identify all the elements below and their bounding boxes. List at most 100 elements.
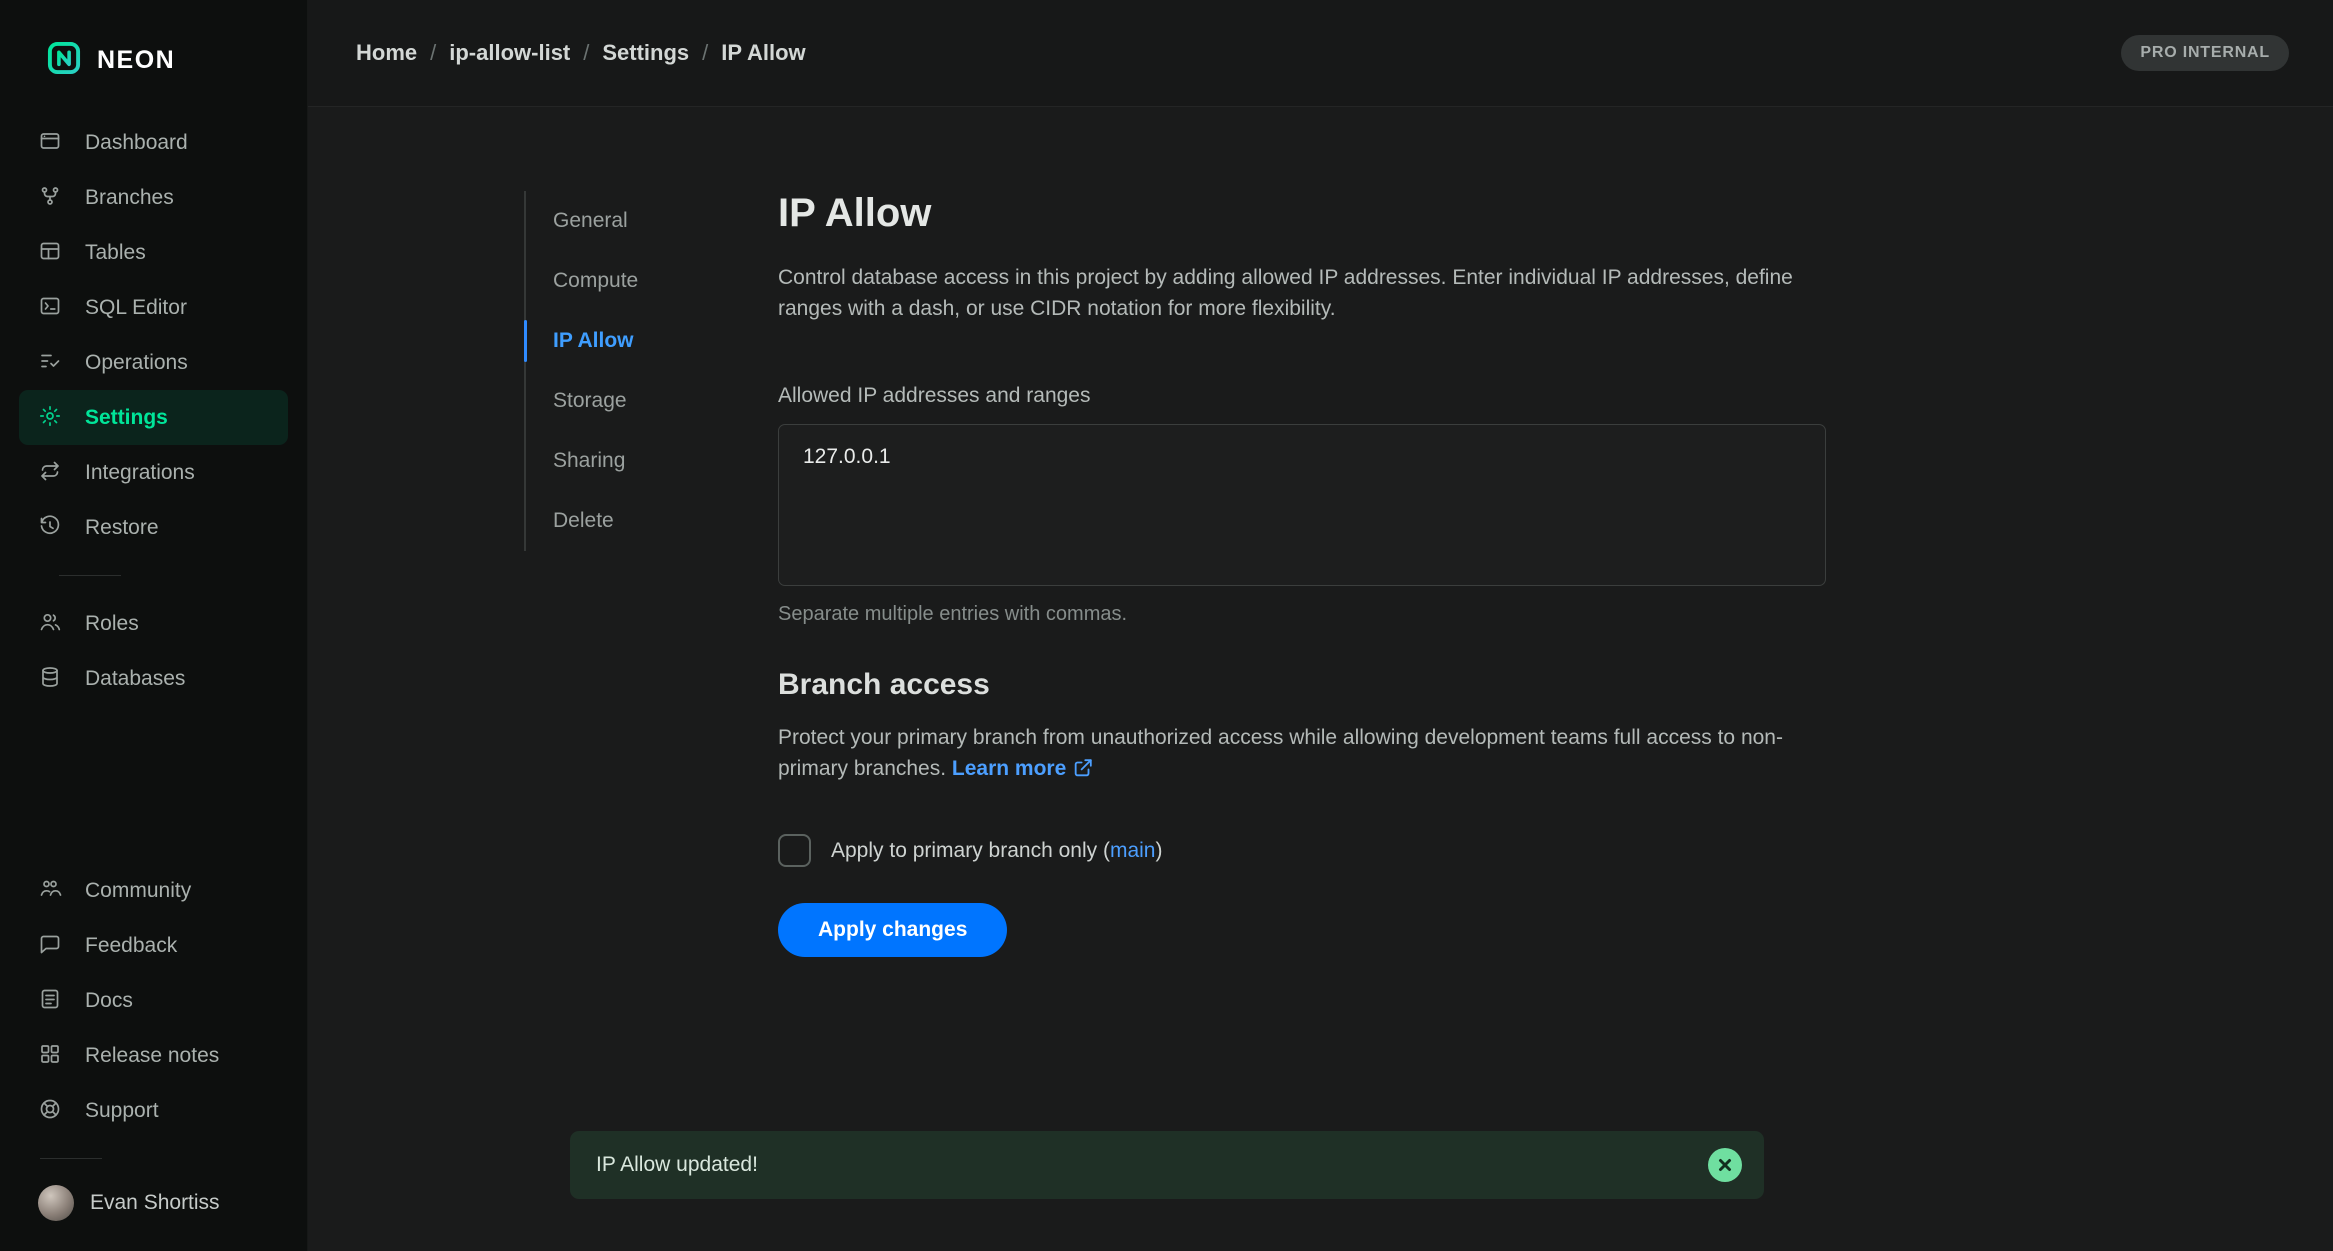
sidebar-footer-nav: Community Feedback Docs Release notes Su… [0,863,307,1138]
sidebar-item-integrations[interactable]: Integrations [19,445,288,500]
neon-console: NEON Dashboard Branches Tables SQL Edito… [0,0,2333,1251]
sql-editor-icon [38,294,65,321]
branch-access-description-text: Protect your primary branch from unautho… [778,726,1783,780]
sidebar-item-operations[interactable]: Operations [19,335,288,390]
breadcrumb-separator: / [583,40,589,66]
ip-allow-panel: IP Allow Control database access in this… [778,191,1826,1017]
tables-icon [38,239,65,266]
gear-icon [38,404,65,431]
brand-name: NEON [97,46,175,75]
sidebar-divider [59,575,121,576]
learn-more-link[interactable]: Learn more [952,757,1094,780]
sidebar-item-label: Feedback [85,934,177,958]
checkbox-label: Apply to primary branch only (main) [831,839,1162,863]
sidebar-item-label: Databases [85,667,185,691]
tab-ip-allow[interactable]: IP Allow [526,311,778,371]
sidebar-item-label: Docs [85,989,133,1013]
sidebar-item-label: Support [85,1099,159,1123]
settings-page: General Compute IP Allow Storage Sharing… [308,107,2333,1251]
branch-access-description: Protect your primary branch from unautho… [778,722,1826,788]
sidebar-item-support[interactable]: Support [19,1083,288,1138]
learn-more-label: Learn more [952,757,1066,780]
user-menu[interactable]: Evan Shortiss [0,1179,307,1221]
sidebar-divider [40,1158,102,1159]
avatar [38,1185,74,1221]
support-icon [38,1097,65,1124]
sidebar-item-label: Integrations [85,461,195,485]
restore-icon [38,514,65,541]
sidebar-item-label: Operations [85,351,188,375]
sidebar-item-label: Release notes [85,1044,219,1068]
sidebar-item-docs[interactable]: Docs [19,973,288,1028]
page-title: IP Allow [778,191,1826,236]
branch-access-heading: Branch access [778,668,1826,702]
sidebar-footer: Community Feedback Docs Release notes Su… [0,863,307,1221]
tab-delete[interactable]: Delete [526,491,778,551]
close-icon [1717,1157,1733,1173]
primary-branch-option: Apply to primary branch only (main) [778,834,1826,867]
sidebar-item-feedback[interactable]: Feedback [19,918,288,973]
tab-storage[interactable]: Storage [526,371,778,431]
databases-icon [38,665,65,692]
settings-subnav: General Compute IP Allow Storage Sharing… [524,191,778,551]
feedback-icon [38,932,65,959]
ip-addresses-textarea[interactable]: 127.0.0.1 [778,424,1826,586]
breadcrumb-separator: / [702,40,708,66]
sidebar-item-sql-editor[interactable]: SQL Editor [19,280,288,335]
external-link-icon [1072,757,1094,788]
apply-changes-button[interactable]: Apply changes [778,903,1007,957]
integrations-icon [38,459,65,486]
sidebar-item-community[interactable]: Community [19,863,288,918]
sidebar-item-label: Tables [85,241,146,265]
tab-compute[interactable]: Compute [526,251,778,311]
sidebar-item-dashboard[interactable]: Dashboard [19,115,288,170]
breadcrumb-settings[interactable]: Settings [602,40,689,66]
breadcrumb-home[interactable]: Home [356,40,417,66]
operations-icon [38,349,65,376]
sidebar-item-branches[interactable]: Branches [19,170,288,225]
tab-general[interactable]: General [526,191,778,251]
breadcrumb-project[interactable]: ip-allow-list [449,40,570,66]
main-column: Home / ip-allow-list / Settings / IP All… [308,0,2333,1251]
sidebar-item-release-notes[interactable]: Release notes [19,1028,288,1083]
checkbox-label-suffix: ) [1155,839,1162,862]
sidebar-item-restore[interactable]: Restore [19,500,288,555]
breadcrumb-current: IP Allow [721,40,805,66]
branches-icon [38,184,65,211]
topbar: Home / ip-allow-list / Settings / IP All… [308,0,2333,107]
sidebar: NEON Dashboard Branches Tables SQL Edito… [0,0,308,1251]
sidebar-item-tables[interactable]: Tables [19,225,288,280]
sidebar-item-label: Roles [85,612,139,636]
roles-icon [38,610,65,637]
sidebar-item-label: Branches [85,186,174,210]
toast-notification: IP Allow updated! [570,1131,1764,1199]
brand[interactable]: NEON [0,26,307,115]
plan-badge: PRO INTERNAL [2121,35,2289,71]
breadcrumb: Home / ip-allow-list / Settings / IP All… [356,40,806,66]
docs-icon [38,987,65,1014]
ip-field-label: Allowed IP addresses and ranges [778,384,1826,408]
neon-logo-icon [46,40,82,81]
sidebar-item-label: Settings [85,406,168,430]
ip-field-helper: Separate multiple entries with commas. [778,603,1826,626]
community-icon [38,877,65,904]
primary-branch-checkbox[interactable] [778,834,811,867]
sidebar-item-settings[interactable]: Settings [19,390,288,445]
checkbox-label-prefix: Apply to primary branch only ( [831,839,1110,862]
branch-name-link[interactable]: main [1110,839,1156,862]
tab-sharing[interactable]: Sharing [526,431,778,491]
page-description: Control database access in this project … [778,262,1826,324]
toast-close-button[interactable] [1708,1148,1742,1182]
dashboard-icon [38,129,65,156]
user-name: Evan Shortiss [90,1191,220,1215]
release-notes-icon [38,1042,65,1069]
sidebar-item-label: Community [85,879,191,903]
sidebar-item-roles[interactable]: Roles [19,596,288,651]
toast-message: IP Allow updated! [596,1153,758,1177]
sidebar-item-label: SQL Editor [85,296,187,320]
breadcrumb-separator: / [430,40,436,66]
sidebar-nav: Dashboard Branches Tables SQL Editor Ope… [0,115,307,706]
sidebar-item-label: Restore [85,516,159,540]
sidebar-item-databases[interactable]: Databases [19,651,288,706]
sidebar-item-label: Dashboard [85,131,188,155]
